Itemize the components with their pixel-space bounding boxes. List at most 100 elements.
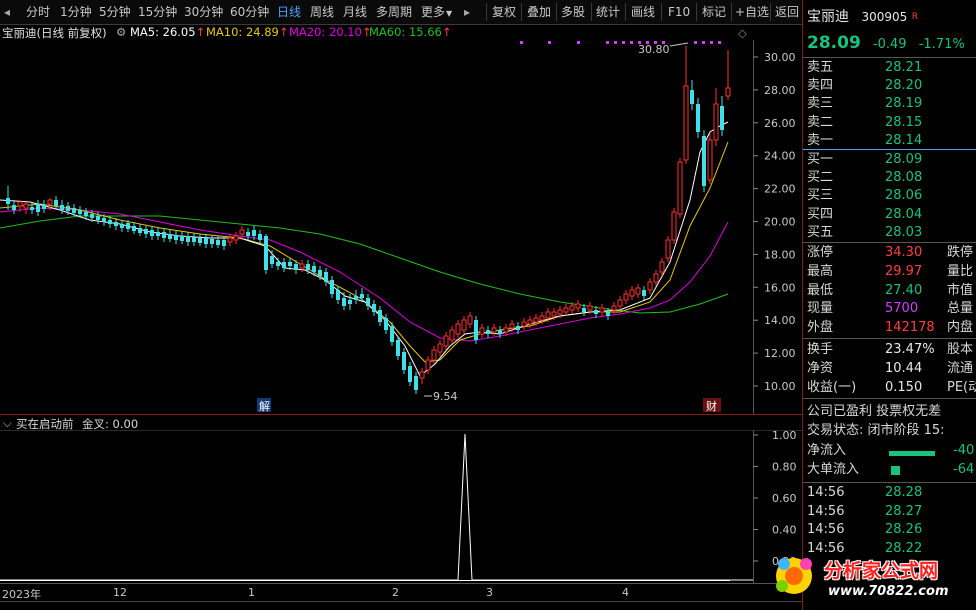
watermark-text: 分析家公式网 xyxy=(824,560,939,582)
stat-row-value: 27.40 xyxy=(885,282,923,298)
candle-body xyxy=(671,211,677,241)
candle-body xyxy=(299,263,305,269)
candle-body xyxy=(360,294,364,298)
watermark-url: www.70822.com xyxy=(828,584,949,599)
price-tick-label: 28.00 xyxy=(764,84,796,97)
candle-body xyxy=(270,256,274,264)
candle-body xyxy=(594,310,598,314)
candle-body xyxy=(635,287,641,295)
candle-body xyxy=(186,236,190,242)
stat-row-label2: 总量 xyxy=(947,301,974,317)
stat-row: 最高 29.97 量比 xyxy=(807,263,976,281)
date-label: 4 xyxy=(622,586,629,599)
candle-body xyxy=(419,371,425,379)
bigflow-row: 大单流入 xyxy=(807,461,859,479)
candle-body xyxy=(414,376,418,390)
candle-body xyxy=(491,327,497,333)
candle-body xyxy=(150,230,154,236)
price-change: -0.49 xyxy=(872,37,907,52)
candle-body xyxy=(114,222,118,226)
kline-chart[interactable]: 30.00 28.00 26.00 24.00 22.00 20.00 18.00 16.00… xyxy=(0,0,802,610)
netflow-value: -40 xyxy=(953,443,975,458)
candle-body xyxy=(443,335,449,347)
price-tick-label: 26.00 xyxy=(764,117,796,130)
candle-body xyxy=(222,240,226,246)
candle-body xyxy=(665,239,671,259)
candle-body xyxy=(204,238,208,244)
tick-row-label: 14:56 xyxy=(807,503,845,519)
candle-body xyxy=(180,236,184,241)
price-row: 28.09 -0.49 -1.71% xyxy=(807,34,965,52)
bid-row: 买一 28.09 xyxy=(807,151,976,169)
company-info: 公司已盈利 投票权无差 xyxy=(807,404,942,419)
candle-body xyxy=(390,326,394,342)
tick-row-value: 28.26 xyxy=(885,522,923,537)
quote-panel: 宝丽迪 300905 R 28.09 -0.49 -1.71% 卖五 28.21 卖… xyxy=(802,0,976,610)
candle-body xyxy=(702,136,706,186)
candle-body xyxy=(372,304,376,312)
candle-body xyxy=(342,298,346,306)
candle-body xyxy=(677,161,683,215)
candle-body xyxy=(683,85,689,161)
candle-body xyxy=(509,323,515,329)
candle-body xyxy=(539,315,545,321)
candle-body xyxy=(474,320,478,340)
candle-body xyxy=(720,106,724,130)
stat2-row-label: 换手 xyxy=(807,342,834,357)
price-axis: 30.00 28.00 26.00 24.00 22.00 20.00 18.00 16.00… xyxy=(753,51,796,393)
candle-body xyxy=(66,206,70,211)
date-axis: 2023年 12 1 2 3 4 xyxy=(0,583,802,602)
candle-body xyxy=(366,298,370,306)
stat2-row: 收益(一) 0.150 PE(动 xyxy=(807,379,976,397)
ask-row-value: 28.15 xyxy=(885,114,923,130)
stat-row-label: 最高 xyxy=(807,263,834,279)
candle-body xyxy=(252,230,256,236)
candle-body xyxy=(312,266,316,272)
candle-body xyxy=(653,273,659,283)
candle-body xyxy=(516,326,520,330)
candle-body xyxy=(210,239,214,244)
indicator-settings-icon[interactable]: ⌵ xyxy=(3,416,12,431)
bigflow-bar xyxy=(891,466,900,475)
candle-body xyxy=(198,238,202,243)
bid-row: 买五 28.03 xyxy=(807,224,976,242)
candle-body xyxy=(12,205,16,210)
ask-row-label: 卖一 xyxy=(807,132,834,148)
high-pointer xyxy=(669,42,689,47)
candle-body xyxy=(108,220,112,224)
candle-body xyxy=(120,224,124,228)
stat2-row-value: 10.44 xyxy=(885,361,923,376)
candle-body xyxy=(623,293,629,301)
candle-body xyxy=(126,223,130,229)
stat-row-label2: 内盘 xyxy=(947,320,974,336)
indicator-signal-line xyxy=(0,433,753,581)
ask-row: 卖一 28.14 xyxy=(807,132,976,150)
bid-row-label: 买二 xyxy=(807,170,834,186)
candle-body xyxy=(78,210,82,214)
bid-row: 买三 28.06 xyxy=(807,187,976,205)
candle-body xyxy=(102,218,106,222)
stock-name: 宝丽迪 xyxy=(807,9,849,25)
bid-row-value: 28.08 xyxy=(885,170,923,186)
candle-body xyxy=(467,315,473,325)
current-price: 28.09 xyxy=(807,33,861,53)
price-tick-label: 30.00 xyxy=(764,51,796,64)
ask-row: 卖三 28.19 xyxy=(807,95,976,113)
candle-body xyxy=(306,264,310,270)
ask-row-label: 卖三 xyxy=(807,96,834,112)
candle-body xyxy=(617,299,623,307)
bid-row-value: 28.09 xyxy=(885,152,923,167)
stock-header: 宝丽迪 300905 R xyxy=(807,8,918,26)
bid-row-value: 28.06 xyxy=(885,188,923,204)
bid-row-value: 28.04 xyxy=(885,206,923,222)
candle-body xyxy=(527,319,533,325)
candle-body xyxy=(192,237,196,242)
candle-body xyxy=(216,240,220,245)
candle-body xyxy=(72,208,76,213)
stat2-row-label: 净资 xyxy=(807,361,834,376)
candle-body xyxy=(348,300,352,304)
candle-body xyxy=(384,318,388,330)
price-tick-label: 14.00 xyxy=(764,314,796,327)
stat2-row: 换手 23.47% 股本 xyxy=(807,341,976,359)
candle-body xyxy=(521,321,527,327)
